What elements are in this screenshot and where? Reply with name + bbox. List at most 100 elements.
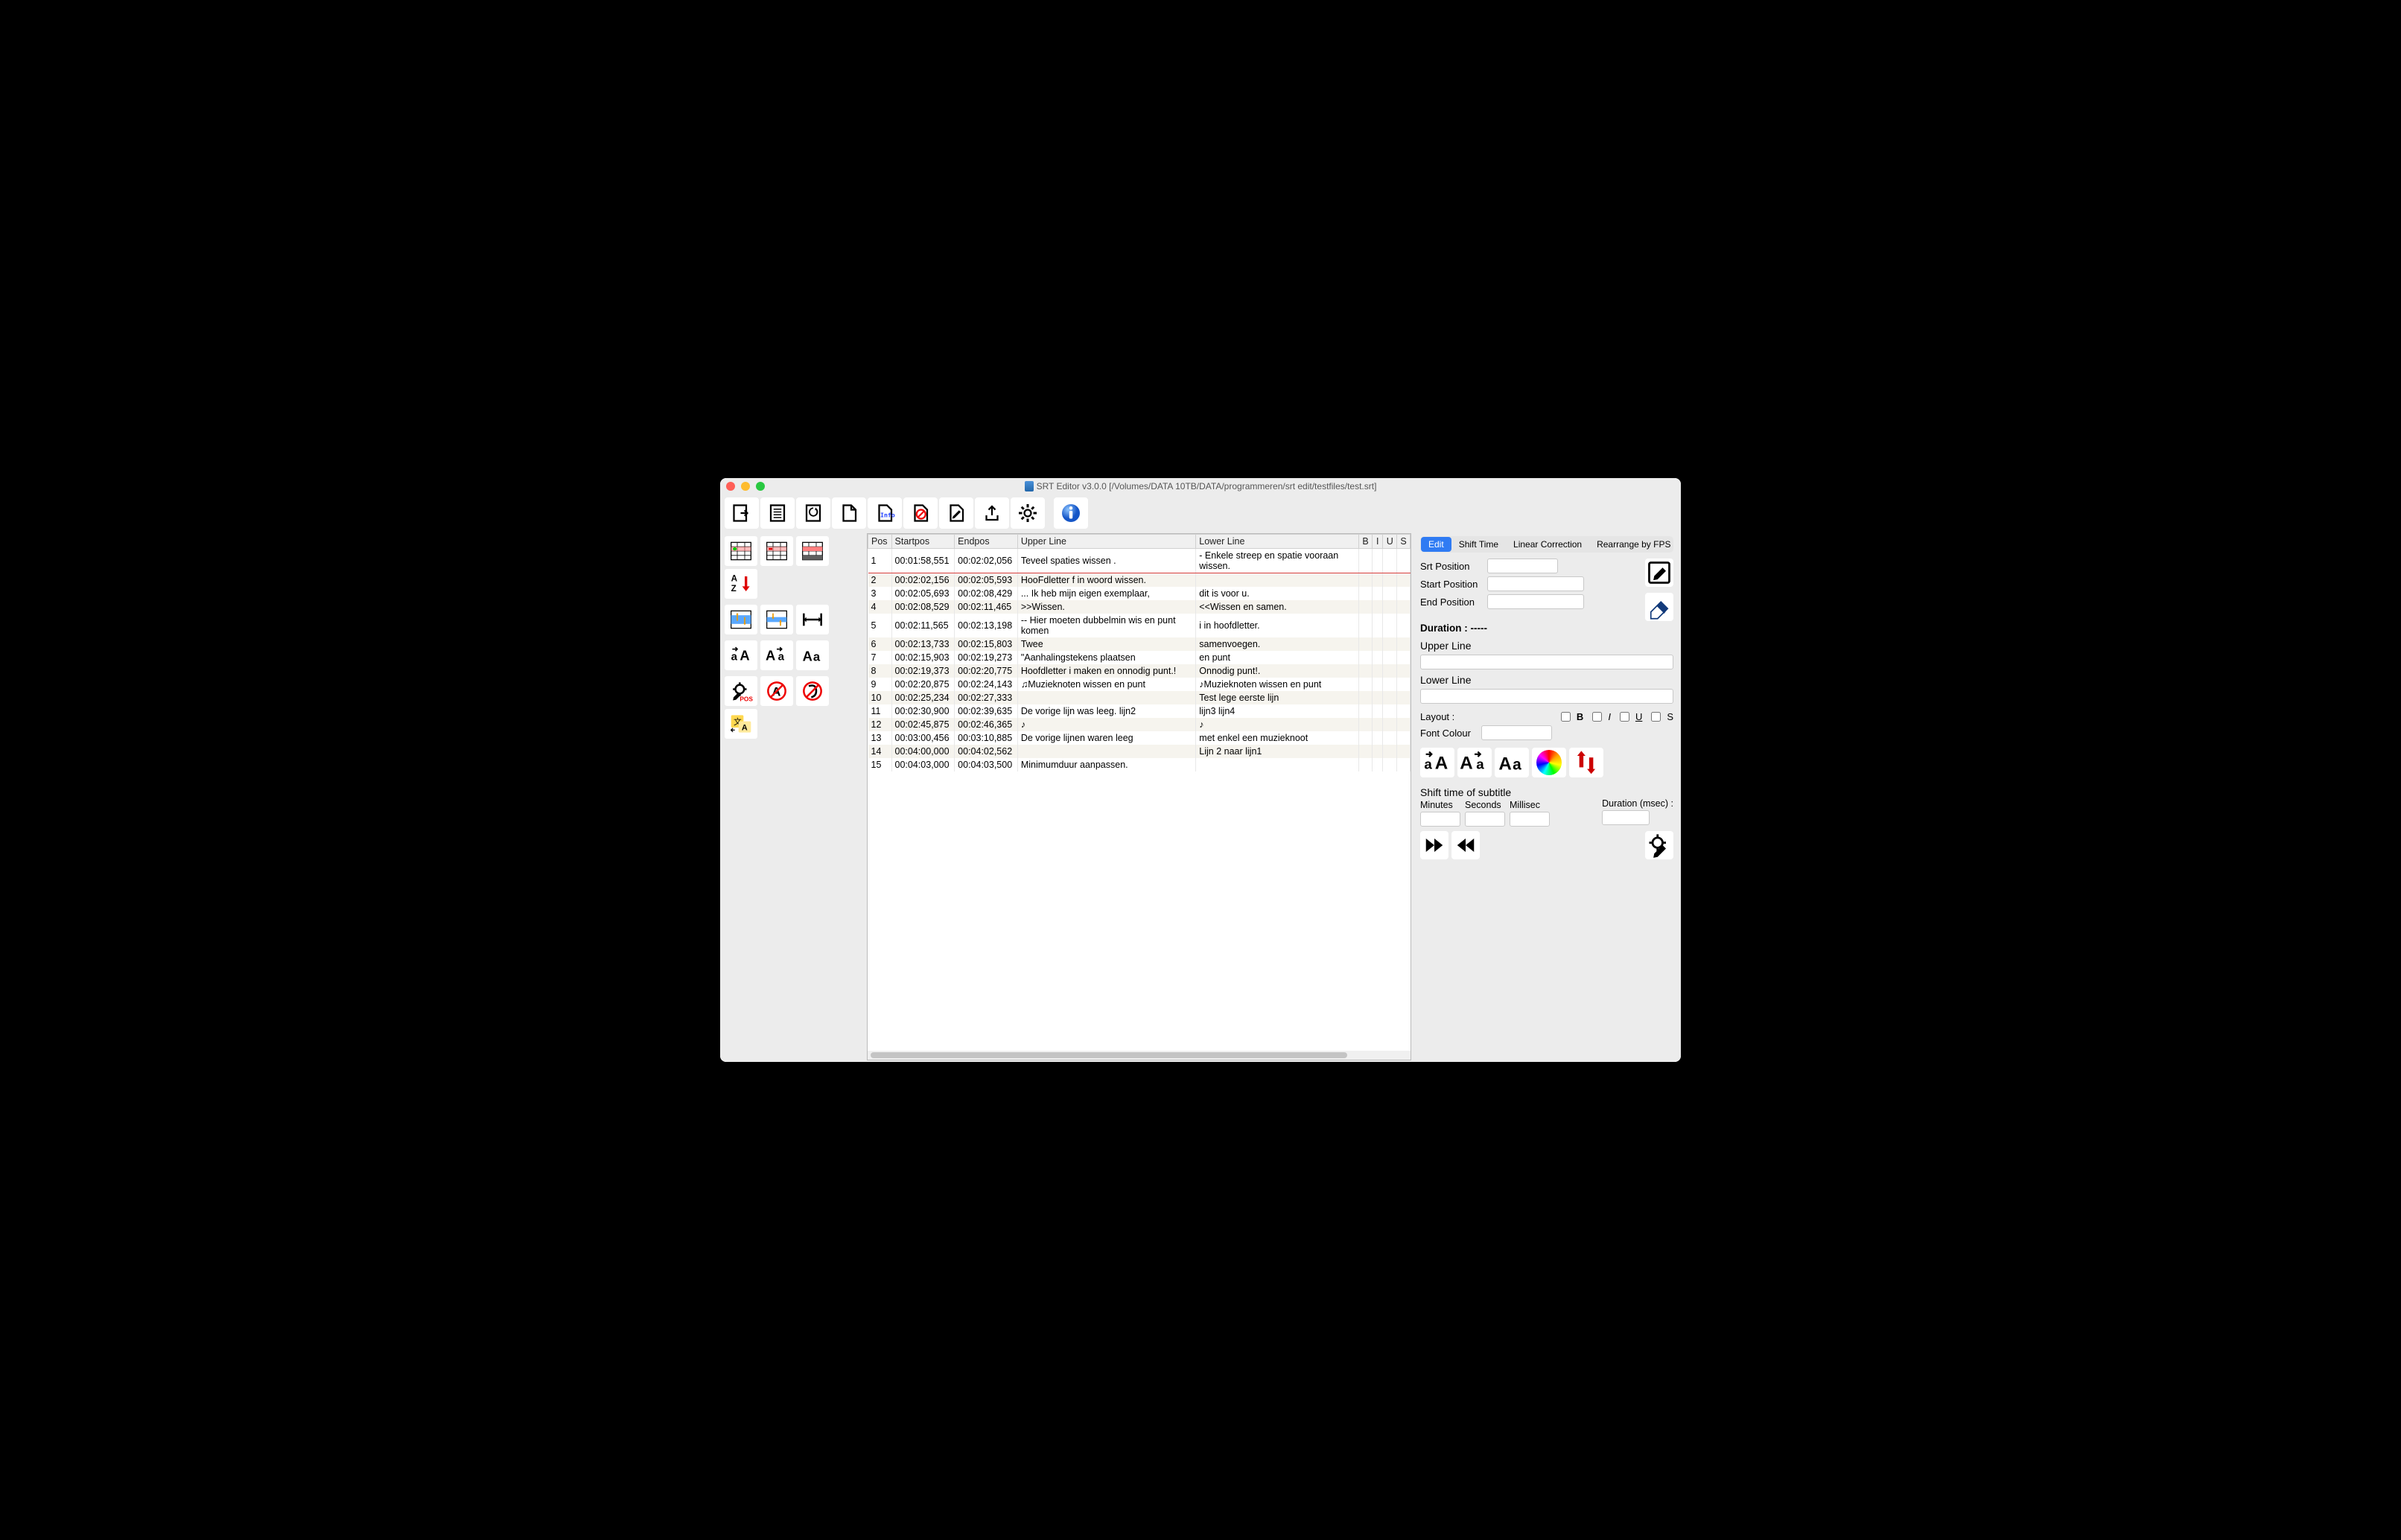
table-row[interactable]: 1400:04:00,00000:04:02,562Lijn 2 naar li… xyxy=(868,745,1411,758)
case-upper-button[interactable]: aA xyxy=(1420,748,1454,777)
end-position-input[interactable] xyxy=(1487,594,1584,609)
select-row-button[interactable] xyxy=(796,536,829,566)
side-tool-panel: AZ aA Aa Aa POS A 文A xyxy=(720,532,865,1062)
table-row[interactable]: 1500:04:03,00000:04:03,500Minimumduur aa… xyxy=(868,758,1411,771)
underline-checkbox[interactable] xyxy=(1620,712,1629,722)
svg-text:A: A xyxy=(1498,754,1511,774)
case-to-lower-button[interactable]: Aa xyxy=(760,640,793,670)
reload-file-button[interactable] xyxy=(796,497,830,529)
document-icon xyxy=(1025,481,1034,491)
apply-edit-button[interactable] xyxy=(1645,559,1673,587)
case-mixed-button-2[interactable]: Aa xyxy=(1495,748,1529,777)
header-u[interactable]: U xyxy=(1383,535,1397,549)
tab-edit[interactable]: Edit xyxy=(1421,537,1451,552)
table-row[interactable]: 800:02:19,37300:02:20,775Hoofdletter i m… xyxy=(868,664,1411,678)
font-colour-input[interactable] xyxy=(1481,725,1552,740)
underline-label: U xyxy=(1635,711,1642,722)
svg-text:A: A xyxy=(803,649,812,664)
table-row[interactable]: 1100:02:30,90000:02:39,635De vorige lijn… xyxy=(868,704,1411,718)
table-row[interactable]: 100:01:58,55100:02:02,056Teveel spaties … xyxy=(868,549,1411,573)
svg-text:a: a xyxy=(731,651,738,664)
case-to-upper-button[interactable]: aA xyxy=(725,640,757,670)
fix-pos-button[interactable]: POS xyxy=(725,676,757,706)
stretch-button[interactable] xyxy=(796,605,829,634)
header-upper-line[interactable]: Upper Line xyxy=(1017,535,1195,549)
table-row[interactable]: 200:02:02,15600:02:05,593HooFdletter f i… xyxy=(868,573,1411,588)
header-i[interactable]: I xyxy=(1373,535,1383,549)
table-row[interactable]: 600:02:13,73300:02:15,803Tweesamenvoegen… xyxy=(868,637,1411,651)
table-row[interactable]: 700:02:15,90300:02:19,273"Aanhalingsteke… xyxy=(868,651,1411,664)
zoom-window-button[interactable] xyxy=(756,482,765,491)
insert-row-button[interactable] xyxy=(725,536,757,566)
shift-time-header: Shift time of subtitle xyxy=(1420,786,1673,798)
start-position-input[interactable] xyxy=(1487,576,1584,591)
strike-checkbox[interactable] xyxy=(1651,712,1661,722)
duration-msec-input[interactable] xyxy=(1602,810,1650,825)
close-window-button[interactable] xyxy=(726,482,735,491)
shift-forward-button[interactable] xyxy=(1420,831,1448,859)
new-file-button[interactable] xyxy=(832,497,866,529)
table-row[interactable]: 900:02:20,87500:02:24,143♫Muzieknoten wi… xyxy=(868,678,1411,691)
edit-file-button[interactable] xyxy=(939,497,973,529)
italic-checkbox[interactable] xyxy=(1592,712,1602,722)
srt-position-input[interactable] xyxy=(1487,559,1558,573)
table-row[interactable]: 1000:02:25,23400:02:27,333Test lege eers… xyxy=(868,691,1411,704)
shift-backward-button[interactable] xyxy=(1451,831,1480,859)
bold-checkbox[interactable] xyxy=(1561,712,1571,722)
minutes-input[interactable] xyxy=(1420,812,1460,827)
upper-line-label: Upper Line xyxy=(1420,640,1673,652)
svg-text:a: a xyxy=(1513,757,1521,774)
color-picker-button[interactable] xyxy=(1532,748,1566,777)
horizontal-scrollbar[interactable] xyxy=(868,1051,1411,1060)
merge-rows-button[interactable] xyxy=(760,605,793,634)
export-button[interactable] xyxy=(975,497,1009,529)
titlebar: SRT Editor v3.0.0 [/Volumes/DATA 10TB/DA… xyxy=(720,478,1681,494)
tab-rearrange-fps[interactable]: Rearrange by FPS xyxy=(1589,537,1678,552)
svg-text:A: A xyxy=(740,648,749,664)
info-file-button[interactable]: Info xyxy=(868,497,902,529)
translate-button[interactable]: 文A xyxy=(725,709,757,739)
subtitle-table[interactable]: Pos Startpos Endpos Upper Line Lower Lin… xyxy=(868,534,1411,771)
sort-az-button[interactable]: AZ xyxy=(725,569,757,599)
header-startpos[interactable]: Startpos xyxy=(891,535,955,549)
swap-lines-button[interactable] xyxy=(1569,748,1603,777)
document-button[interactable] xyxy=(760,497,795,529)
seconds-input[interactable] xyxy=(1465,812,1505,827)
header-b[interactable]: B xyxy=(1359,535,1373,549)
italic-label: I xyxy=(1608,711,1611,722)
svg-text:Z: Z xyxy=(731,584,737,594)
header-endpos[interactable]: Endpos xyxy=(955,535,1018,549)
table-row[interactable]: 1300:03:00,45600:03:10,885De vorige lijn… xyxy=(868,731,1411,745)
erase-button[interactable] xyxy=(1645,593,1673,621)
tabs-overflow-icon[interactable]: › xyxy=(1678,539,1681,550)
tab-linear-correction[interactable]: Linear Correction xyxy=(1506,537,1589,552)
duration-value: ----- xyxy=(1471,623,1487,634)
table-row[interactable]: 400:02:08,52900:02:11,465>>Wissen.<<Wiss… xyxy=(868,600,1411,614)
about-button[interactable] xyxy=(1054,497,1088,529)
table-row[interactable]: 300:02:05,69300:02:08,429... Ik heb mijn… xyxy=(868,587,1411,600)
case-mixed-button[interactable]: Aa xyxy=(796,640,829,670)
svg-text:A: A xyxy=(766,648,775,664)
swap-rows-button[interactable] xyxy=(725,605,757,634)
no-a-button[interactable]: A xyxy=(760,676,793,706)
millisec-input[interactable] xyxy=(1510,812,1550,827)
lower-line-input[interactable] xyxy=(1420,689,1673,704)
apply-duration-button[interactable] xyxy=(1645,831,1673,859)
svg-text:A: A xyxy=(1435,754,1448,774)
svg-text:a: a xyxy=(813,650,821,664)
header-s[interactable]: S xyxy=(1397,535,1411,549)
header-pos[interactable]: Pos xyxy=(868,535,892,549)
settings-button[interactable] xyxy=(1011,497,1045,529)
open-file-button[interactable] xyxy=(725,497,759,529)
minimize-window-button[interactable] xyxy=(741,482,750,491)
case-lower-button[interactable]: Aa xyxy=(1457,748,1492,777)
header-lower-line[interactable]: Lower Line xyxy=(1196,535,1359,549)
main-toolbar: Info xyxy=(720,494,1681,532)
delete-file-button[interactable] xyxy=(903,497,938,529)
tab-shift-time[interactable]: Shift Time xyxy=(1451,537,1506,552)
upper-line-input[interactable] xyxy=(1420,655,1673,669)
table-row[interactable]: 500:02:11,56500:02:13,198-- Hier moeten … xyxy=(868,614,1411,637)
delete-row-button[interactable] xyxy=(760,536,793,566)
table-row[interactable]: 1200:02:45,87500:02:46,365♪♪ xyxy=(868,718,1411,731)
no-hearing-button[interactable] xyxy=(796,676,829,706)
